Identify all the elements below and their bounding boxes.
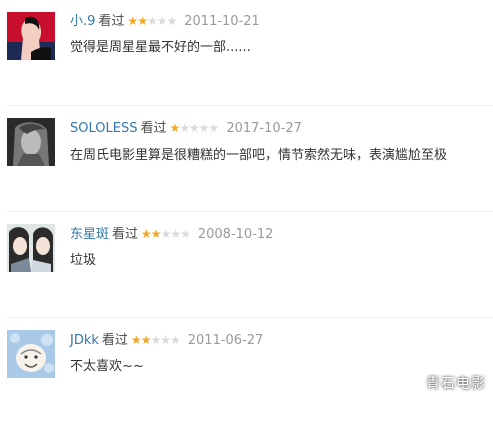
avatar[interactable] <box>7 224 55 272</box>
username-link[interactable]: 小.9 <box>70 14 95 29</box>
grayscale-portrait-avatar-icon <box>7 118 55 166</box>
review-date: 2008-10-12 <box>197 227 274 242</box>
username-link[interactable]: SOLOLESS <box>70 121 137 136</box>
review-item: SOLOLESS 看过 ★★★★★ 2017-10-27 在周氏电影里算是很糟糕的一部… <box>0 106 493 212</box>
watch-status: 看过 <box>98 14 125 29</box>
watch-status: 看过 <box>112 227 139 242</box>
star-empty-icon: ★ <box>179 121 190 135</box>
review-item: 东星斑 看过 ★★★★★ 2008-10-12 垃圾 <box>0 212 493 318</box>
rating-stars: ★★★★★ <box>127 11 177 31</box>
avatar[interactable] <box>7 12 55 60</box>
review-comment: 不太喜欢~~ <box>70 359 144 374</box>
review-meta: JDkk 看过 ★★★★★ 2011-06-27 <box>70 330 263 350</box>
review-date: 2017-10-27 <box>226 121 302 136</box>
avatar[interactable] <box>7 118 55 166</box>
star-empty-icon: ★ <box>160 227 172 241</box>
star-filled-icon: ★ <box>137 14 148 28</box>
watch-status: 看过 <box>101 333 128 348</box>
star-empty-icon: ★ <box>189 121 200 135</box>
star-empty-icon: ★ <box>166 14 177 28</box>
star-empty-icon: ★ <box>208 121 220 135</box>
avatar[interactable] <box>7 330 55 378</box>
review-date: 2011-06-27 <box>187 333 264 348</box>
review-comment: 觉得是周星星最不好的一部...... <box>70 40 251 55</box>
star-empty-icon: ★ <box>170 227 181 241</box>
review-item: 小.9 看过 ★★★★★ 2011-10-21 觉得是周星星最不好的一部...... <box>0 0 493 106</box>
rating-stars: ★★★★★ <box>141 224 191 244</box>
review-date: 2011-10-21 <box>184 14 260 29</box>
star-empty-icon: ★ <box>160 333 171 347</box>
star-empty-icon: ★ <box>146 14 158 28</box>
star-filled-icon: ★ <box>141 227 152 241</box>
star-filled-icon: ★ <box>127 14 138 28</box>
star-empty-icon: ★ <box>169 333 181 347</box>
star-filled-icon: ★ <box>169 121 180 135</box>
anime-girls-avatar-icon <box>7 224 55 272</box>
review-meta: 东星斑 看过 ★★★★★ 2008-10-12 <box>70 224 273 244</box>
review-item: JDkk 看过 ★★★★★ 2011-06-27 不太喜欢~~ <box>0 318 493 424</box>
star-filled-icon: ★ <box>150 227 162 241</box>
cartoon-face-blue-avatar-icon <box>7 330 55 378</box>
star-empty-icon: ★ <box>150 333 161 347</box>
review-comment: 在周氏电影里算是很糟糕的一部吧，情节索然无味，表演尴尬至极 <box>70 148 448 163</box>
rating-stars: ★★★★★ <box>130 330 181 350</box>
watch-status: 看过 <box>140 121 167 136</box>
star-filled-icon: ★ <box>140 333 152 347</box>
review-meta: SOLOLESS 看过 ★★★★★ 2017-10-27 <box>70 118 302 138</box>
username-link[interactable]: 东星斑 <box>70 227 109 242</box>
watermark: 青石电影 <box>426 376 486 392</box>
star-empty-icon: ★ <box>180 227 191 241</box>
review-comment: 垃圾 <box>70 253 97 268</box>
star-empty-icon: ★ <box>198 121 210 135</box>
username-link[interactable]: JDkk <box>70 333 99 348</box>
woman-red-background-avatar-icon <box>7 12 55 60</box>
rating-stars: ★★★★★ <box>169 118 220 138</box>
review-meta: 小.9 看过 ★★★★★ 2011-10-21 <box>70 11 260 31</box>
star-filled-icon: ★ <box>130 333 142 347</box>
